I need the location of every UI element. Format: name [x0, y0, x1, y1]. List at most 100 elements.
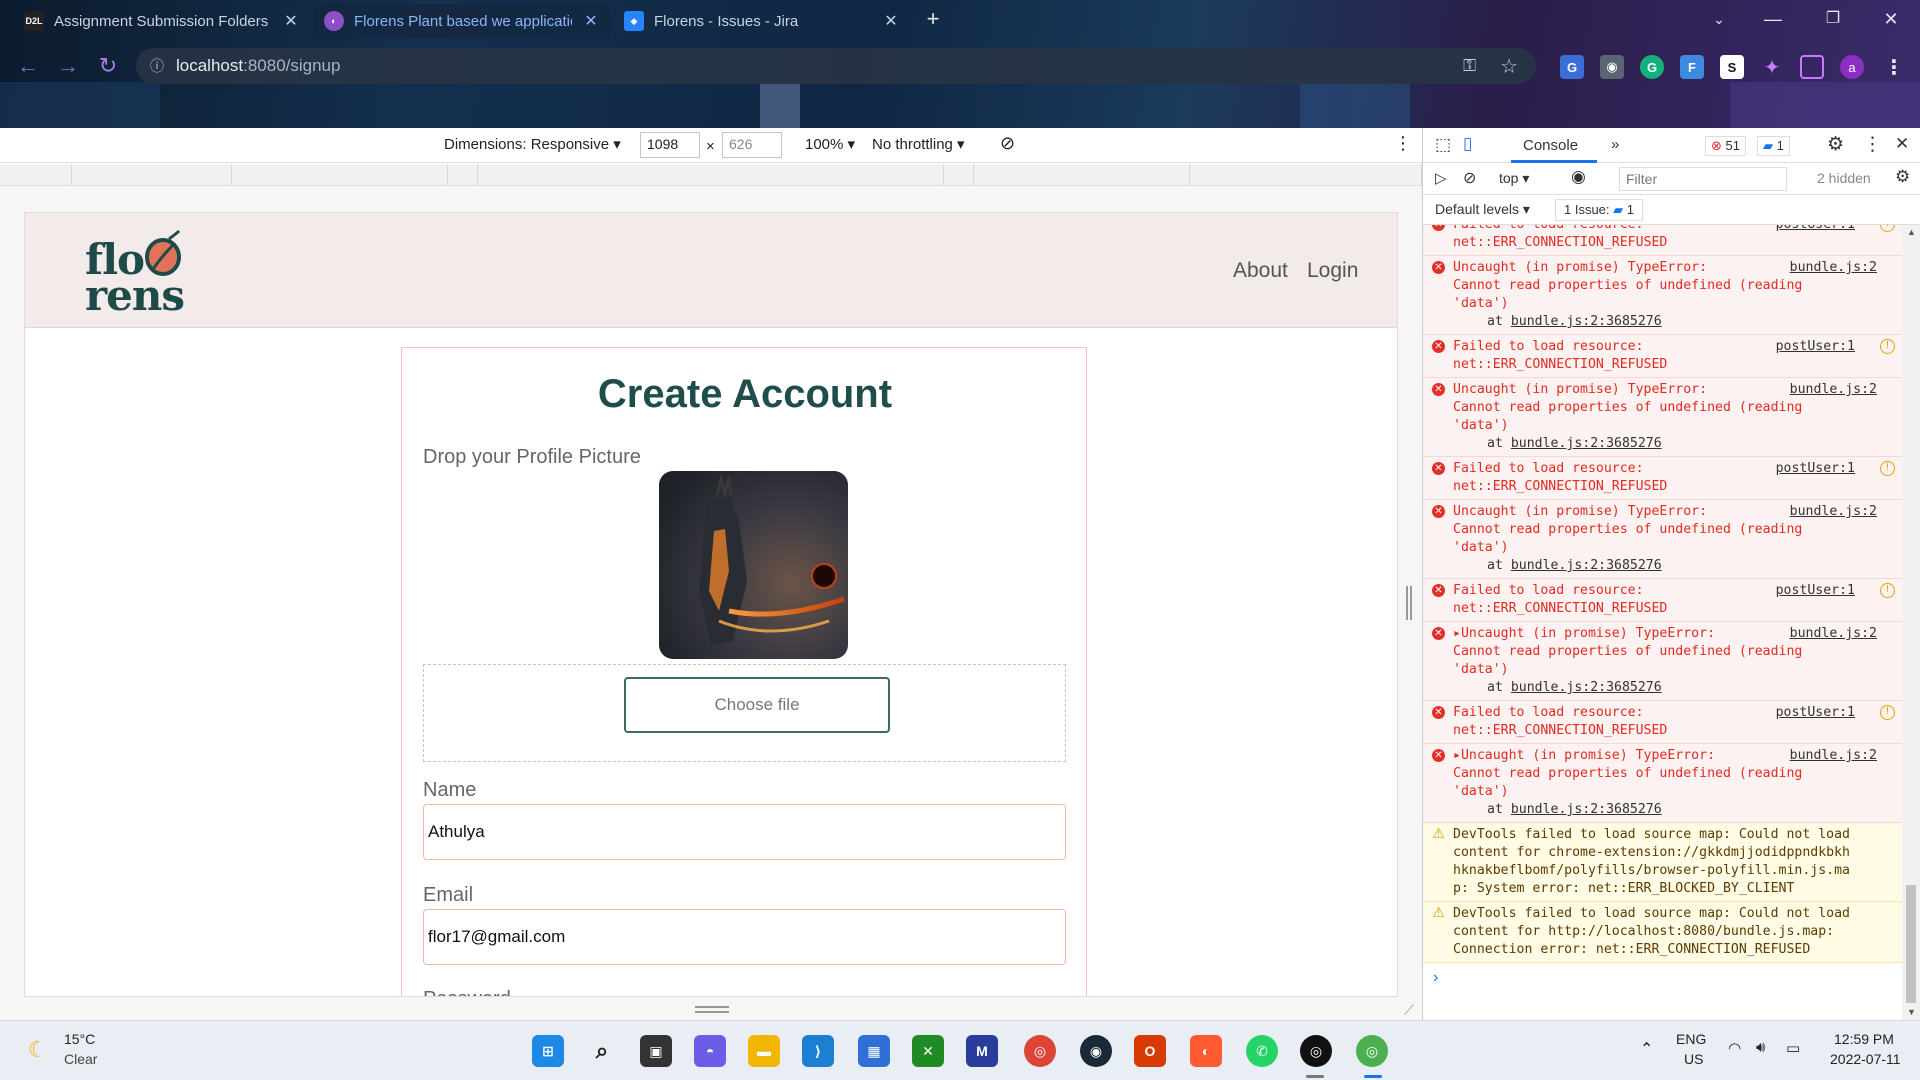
- translate-extension-icon[interactable]: G: [1560, 55, 1584, 79]
- weather-temp[interactable]: 15°C: [64, 1031, 95, 1047]
- message-count-badge[interactable]: ▰ 1: [1757, 136, 1790, 156]
- console-error-message[interactable]: ✕ ▸Uncaught (in promise) TypeError: Cannot…: [1423, 744, 1903, 823]
- close-icon[interactable]: ✕: [282, 11, 300, 31]
- console-error-message[interactable]: ✕Failed to load resource:net::ERR_CONNEC…: [1423, 579, 1903, 622]
- width-input[interactable]: 1098: [640, 132, 700, 158]
- chrome-icon[interactable]: ◎: [1024, 1035, 1056, 1067]
- default-levels-select[interactable]: Default levels ▾: [1435, 201, 1530, 218]
- menu-kebab-icon[interactable]: ⋮: [1882, 55, 1906, 79]
- source-link[interactable]: postUser:1: [1776, 338, 1855, 356]
- chat-icon[interactable]: ◓: [694, 1035, 726, 1067]
- scrollbar-thumb[interactable]: [1906, 885, 1916, 1003]
- clear-console-icon[interactable]: ⊘: [1463, 168, 1476, 188]
- console-prompt[interactable]: ›: [1423, 963, 1903, 993]
- camera-extension-icon[interactable]: ◉: [1600, 55, 1624, 79]
- source-link[interactable]: postUser:1: [1776, 704, 1855, 722]
- whatsapp-icon[interactable]: ✆: [1246, 1035, 1278, 1067]
- error-count-badge[interactable]: ⊗ 51: [1705, 136, 1746, 156]
- height-input[interactable]: 626: [722, 132, 782, 158]
- restore-button[interactable]: ❐: [1810, 4, 1856, 34]
- console-error-message[interactable]: ✕ Uncaught (in promise) TypeError: Cannot …: [1423, 378, 1903, 457]
- xbox-icon[interactable]: ✕: [912, 1035, 944, 1067]
- source-link[interactable]: postUser:1: [1776, 225, 1855, 234]
- bottom-resize-handle[interactable]: [695, 1006, 729, 1008]
- console-error-message[interactable]: ✕Failed to load resource:net::ERR_CONNEC…: [1423, 335, 1903, 378]
- console-error-message[interactable]: ✕Failed to load resource:net::ERR_CONNEC…: [1423, 225, 1903, 256]
- store-icon[interactable]: ▦: [858, 1035, 890, 1067]
- bookmark-star-icon[interactable]: ☆: [1500, 54, 1518, 79]
- dimensions-select[interactable]: Dimensions: Responsive ▾: [444, 135, 621, 153]
- side-resize-handle[interactable]: [1406, 586, 1412, 620]
- choose-file-button[interactable]: Choose file: [624, 677, 890, 733]
- weather-desc[interactable]: Clear: [64, 1051, 97, 1067]
- vscode-icon[interactable]: ⟩: [802, 1035, 834, 1067]
- devtools-menu-icon[interactable]: ⋮: [1863, 133, 1882, 156]
- language-code[interactable]: ENG: [1676, 1031, 1706, 1047]
- console-settings-icon[interactable]: ⚙: [1895, 167, 1910, 187]
- nav-about-link[interactable]: About: [1233, 259, 1288, 283]
- stack-trace-link[interactable]: bundle.js:2:3685276: [1511, 558, 1662, 573]
- minimize-button[interactable]: —: [1750, 4, 1796, 34]
- file-drop-zone[interactable]: Choose file: [423, 664, 1066, 762]
- eye-icon[interactable]: ◉: [1571, 167, 1586, 187]
- back-icon[interactable]: ←: [8, 53, 48, 79]
- zoom-select[interactable]: 100% ▾: [805, 135, 855, 153]
- site-info-icon[interactable]: ⓘ: [150, 56, 164, 76]
- search-icon[interactable]: ⌕: [586, 1035, 618, 1067]
- puzzle-extensions-icon[interactable]: ✦: [1760, 55, 1784, 79]
- office-icon[interactable]: O: [1134, 1035, 1166, 1067]
- windows-start-icon[interactable]: ⊞: [532, 1035, 564, 1067]
- close-icon[interactable]: ✕: [882, 11, 900, 31]
- scroll-down-icon[interactable]: ▼: [1907, 1007, 1916, 1017]
- stack-trace-link[interactable]: bundle.js:2:3685276: [1511, 436, 1662, 451]
- network-warning-icon[interactable]: !: [1880, 705, 1895, 720]
- throttle-select[interactable]: No throttling ▾: [872, 135, 965, 153]
- wifi-icon[interactable]: ◠: [1728, 1039, 1741, 1057]
- console-error-message[interactable]: ✕ ▸Uncaught (in promise) TypeError: Cannot…: [1423, 622, 1903, 701]
- nav-login-link[interactable]: Login: [1307, 259, 1358, 283]
- issues-button[interactable]: 1 Issue: ▰ 1: [1555, 199, 1644, 221]
- filter-input[interactable]: Filter: [1619, 167, 1787, 191]
- tor-browser-icon[interactable]: ◎: [1300, 1035, 1332, 1067]
- reload-icon[interactable]: ↻: [88, 53, 128, 79]
- steam-icon[interactable]: ◉: [1080, 1035, 1112, 1067]
- tab-assignment[interactable]: D2L Assignment Submission Folders ✕: [14, 4, 310, 38]
- clock-time[interactable]: 12:59 PM: [1834, 1031, 1894, 1047]
- side-panel-icon[interactable]: [1800, 55, 1824, 79]
- source-link[interactable]: bundle.js:2: [1790, 625, 1877, 643]
- network-warning-icon[interactable]: !: [1880, 583, 1895, 598]
- context-select[interactable]: top ▾: [1499, 170, 1529, 187]
- name-input[interactable]: Athulya: [423, 804, 1066, 860]
- close-window-button[interactable]: ✕: [1868, 4, 1914, 34]
- vpn-app-icon[interactable]: M: [966, 1035, 998, 1067]
- profile-avatar[interactable]: a: [1840, 55, 1864, 79]
- task-view-icon[interactable]: ▣: [640, 1035, 672, 1067]
- battery-icon[interactable]: ▭: [1786, 1039, 1800, 1057]
- device-menu-icon[interactable]: ⋮: [1394, 133, 1412, 154]
- close-devtools-icon[interactable]: ✕: [1895, 134, 1909, 154]
- florens-logo[interactable]: flo rens: [85, 227, 195, 320]
- console-scrollbar[interactable]: ▲ ▼: [1902, 225, 1920, 1020]
- console-error-message[interactable]: ✕Failed to load resource:net::ERR_CONNEC…: [1423, 701, 1903, 744]
- chevron-up-icon[interactable]: ⌃: [1640, 1039, 1653, 1059]
- extension-s-icon[interactable]: S: [1720, 55, 1744, 79]
- network-warning-icon[interactable]: !: [1880, 461, 1895, 476]
- new-tab-button[interactable]: +: [910, 4, 956, 34]
- moon-weather-icon[interactable]: ☾: [28, 1037, 48, 1063]
- source-link[interactable]: bundle.js:2: [1790, 503, 1877, 521]
- clock-date[interactable]: 2022-07-11: [1830, 1051, 1901, 1067]
- key-icon[interactable]: ⚿: [1463, 56, 1476, 76]
- source-link[interactable]: bundle.js:2: [1790, 259, 1877, 277]
- volume-icon[interactable]: 🔊︎: [1756, 1039, 1765, 1056]
- tab-search-icon[interactable]: ⌄: [1696, 4, 1742, 34]
- tab-florens-app[interactable]: ◐ Florens Plant based we applicatio ✕: [314, 4, 610, 38]
- adobe-xd-icon[interactable]: ◐: [1190, 1035, 1222, 1067]
- scroll-up-icon[interactable]: ▲: [1907, 227, 1916, 237]
- corner-resize-icon[interactable]: ⟋: [1404, 1002, 1414, 1019]
- inspect-element-icon[interactable]: ⬚: [1435, 135, 1451, 155]
- address-bar[interactable]: ⓘ localhost:8080/signup ⚿ ☆: [136, 48, 1536, 84]
- tab-console[interactable]: Console: [1523, 137, 1578, 154]
- more-tabs-icon[interactable]: »: [1611, 136, 1619, 153]
- grammarly-icon[interactable]: G: [1640, 55, 1664, 79]
- settings-gear-icon[interactable]: ⚙: [1827, 133, 1844, 156]
